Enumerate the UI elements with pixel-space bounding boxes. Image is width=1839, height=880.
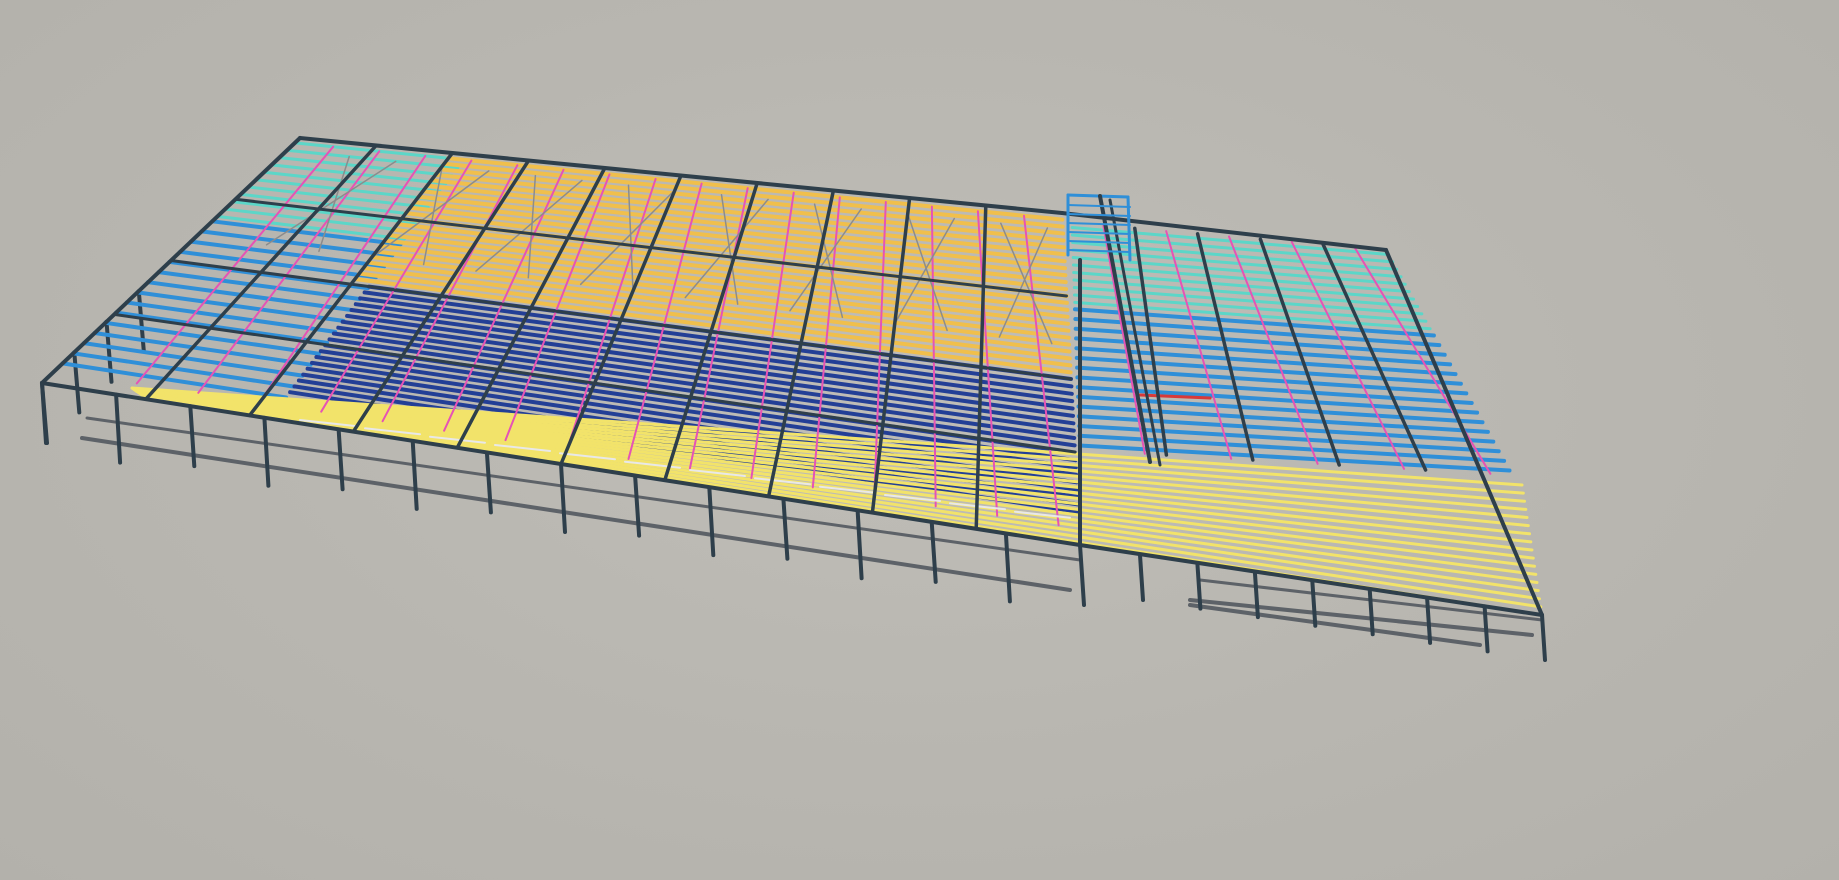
column bbox=[104, 319, 114, 384]
column bbox=[1078, 543, 1086, 607]
column bbox=[410, 438, 419, 511]
column bbox=[855, 508, 864, 581]
3d-viewport[interactable] bbox=[0, 0, 1839, 880]
column bbox=[633, 473, 642, 538]
column bbox=[1138, 553, 1145, 602]
column bbox=[781, 496, 790, 561]
column bbox=[559, 462, 567, 534]
column bbox=[72, 350, 82, 415]
purlin-cyan bbox=[277, 156, 454, 178]
column bbox=[1310, 578, 1318, 628]
column bbox=[929, 519, 938, 584]
column bbox=[1252, 570, 1260, 620]
column bbox=[1003, 531, 1012, 604]
purlin-cyan bbox=[270, 163, 448, 186]
roof-purlins bbox=[60, 141, 1544, 617]
purlin-cyan bbox=[1073, 300, 1432, 331]
column bbox=[1540, 613, 1547, 662]
column bbox=[336, 427, 345, 492]
column bbox=[188, 404, 197, 469]
column bbox=[114, 392, 123, 465]
column bbox=[707, 485, 716, 558]
tower-rung bbox=[1067, 204, 1131, 208]
column bbox=[262, 415, 271, 488]
column bbox=[40, 381, 49, 445]
column bbox=[484, 450, 493, 515]
column bbox=[1367, 587, 1375, 637]
tower-rung bbox=[1067, 222, 1131, 226]
steel-structure-model[interactable] bbox=[0, 0, 1839, 880]
